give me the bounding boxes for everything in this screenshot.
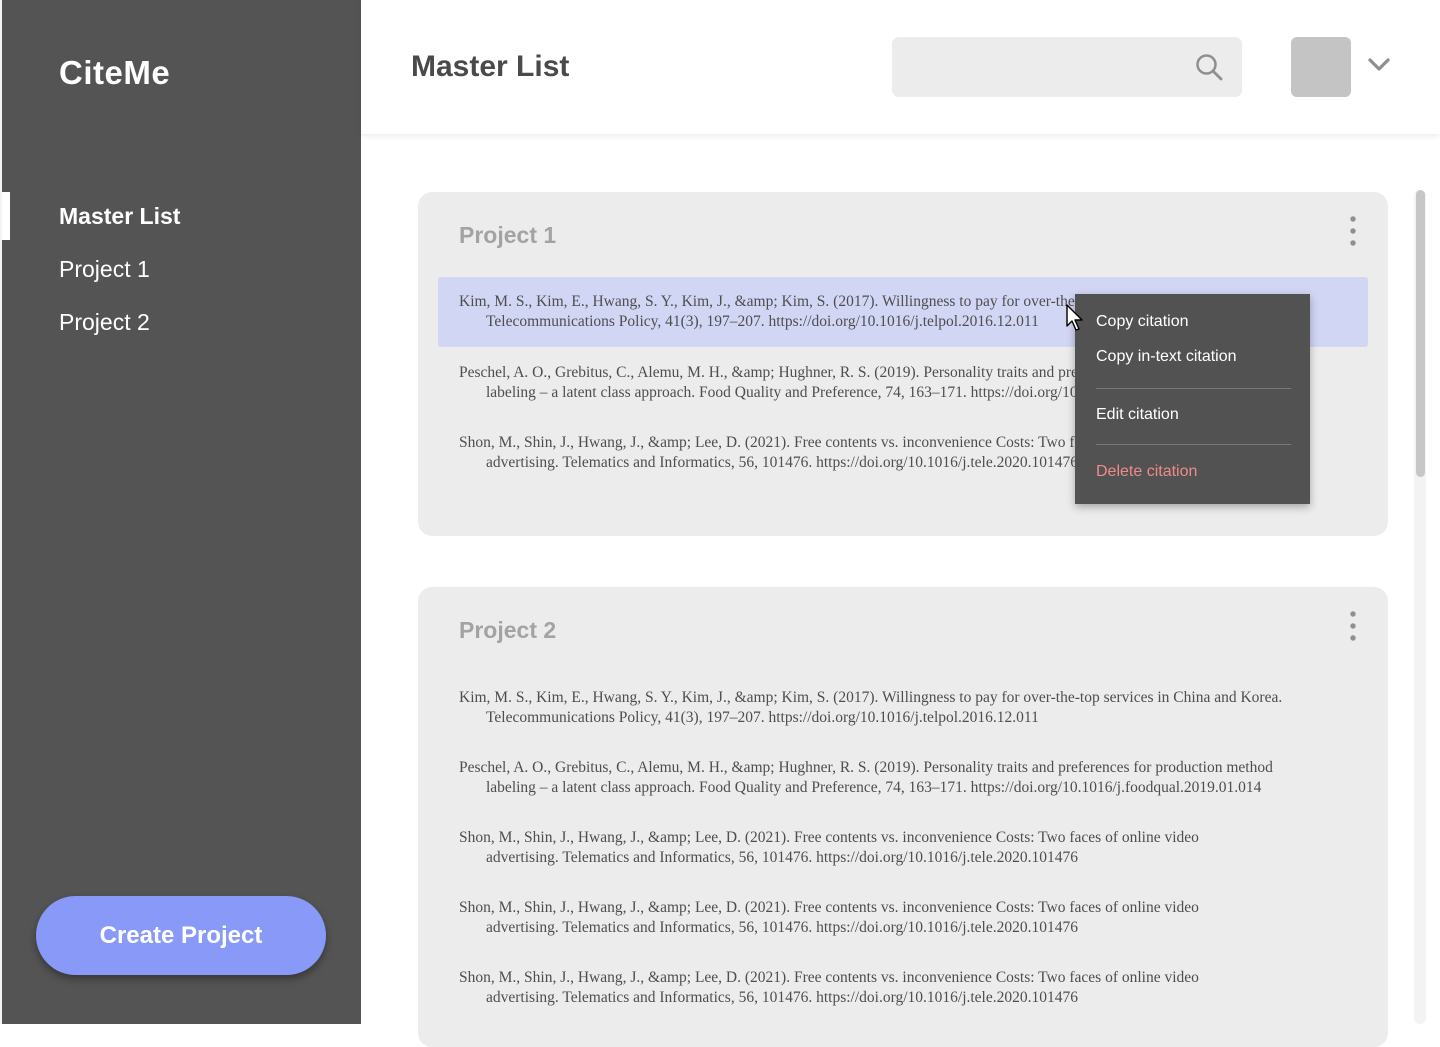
- menu-divider: [1096, 388, 1291, 389]
- search-box[interactable]: [892, 37, 1242, 97]
- search-icon[interactable]: [1194, 52, 1224, 82]
- citation-item[interactable]: Shon, M., Shin, J., Hwang, J., &amp; Lee…: [438, 828, 1368, 868]
- citation-line: advertising. Telematics and Informatics,…: [486, 989, 1078, 1006]
- page-title: Master List: [411, 50, 570, 83]
- create-project-button[interactable]: Create Project: [36, 896, 326, 975]
- copy-in-text-citation-menu-item[interactable]: Copy in-text citation: [1096, 348, 1237, 366]
- copy-citation-menu-item[interactable]: Copy citation: [1096, 313, 1189, 331]
- citation-context-menu: Copy citation Copy in-text citation Edit…: [1075, 294, 1310, 504]
- app-logo: CiteMe: [59, 54, 171, 91]
- mouse-cursor-icon: [1066, 304, 1083, 331]
- citation-line: advertising. Telematics and Informatics,…: [486, 919, 1078, 936]
- top-header: Master List: [361, 0, 1440, 134]
- project-title: Project 1: [459, 222, 557, 248]
- sidebar-item-master-list[interactable]: Master List: [59, 203, 180, 230]
- delete-citation-menu-item[interactable]: Delete citation: [1096, 463, 1197, 481]
- citation-line: Shon, M., Shin, J., Hwang, J., &amp; Lee…: [459, 899, 1199, 916]
- citation-item[interactable]: Peschel, A. O., Grebitus, C., Alemu, M. …: [438, 758, 1368, 798]
- citation-line: Telecommunications Policy, 41(3), 197–20…: [486, 709, 1039, 726]
- citation-line: advertising. Telematics and Informatics,…: [486, 849, 1078, 866]
- citation-item[interactable]: Shon, M., Shin, J., Hwang, J., &amp; Lee…: [438, 968, 1368, 1008]
- sidebar: CiteMe Master List Project 1 Project 2 C…: [0, 0, 361, 1024]
- menu-divider: [1096, 444, 1291, 445]
- avatar[interactable]: [1291, 37, 1351, 97]
- more-options-icon[interactable]: [1341, 611, 1365, 641]
- citation-line: Shon, M., Shin, J., Hwang, J., &amp; Lee…: [459, 969, 1199, 986]
- sidebar-item-project-1[interactable]: Project 1: [59, 256, 150, 283]
- project-card-2: Project 2 Kim, M. S., Kim, E., Hwang, S.…: [418, 587, 1388, 1047]
- edit-citation-menu-item[interactable]: Edit citation: [1096, 406, 1179, 424]
- citation-line: Kim, M. S., Kim, E., Hwang, S. Y., Kim, …: [459, 689, 1283, 706]
- active-nav-indicator: [2, 192, 10, 240]
- sidebar-item-project-2[interactable]: Project 2: [59, 309, 150, 336]
- citation-line: labeling – a latent class approach. Food…: [486, 779, 1262, 796]
- search-input[interactable]: [906, 51, 1180, 85]
- scrollbar-thumb[interactable]: [1416, 190, 1425, 477]
- more-options-icon[interactable]: [1341, 216, 1365, 246]
- citation-line: Shon, M., Shin, J., Hwang, J., &amp; Lee…: [459, 829, 1199, 846]
- citation-item[interactable]: Kim, M. S., Kim, E., Hwang, S. Y., Kim, …: [438, 688, 1368, 728]
- project-title: Project 2: [459, 617, 557, 643]
- chevron-down-icon[interactable]: [1367, 57, 1391, 73]
- citation-item[interactable]: Shon, M., Shin, J., Hwang, J., &amp; Lee…: [438, 898, 1368, 938]
- citation-line: Peschel, A. O., Grebitus, C., Alemu, M. …: [459, 759, 1273, 776]
